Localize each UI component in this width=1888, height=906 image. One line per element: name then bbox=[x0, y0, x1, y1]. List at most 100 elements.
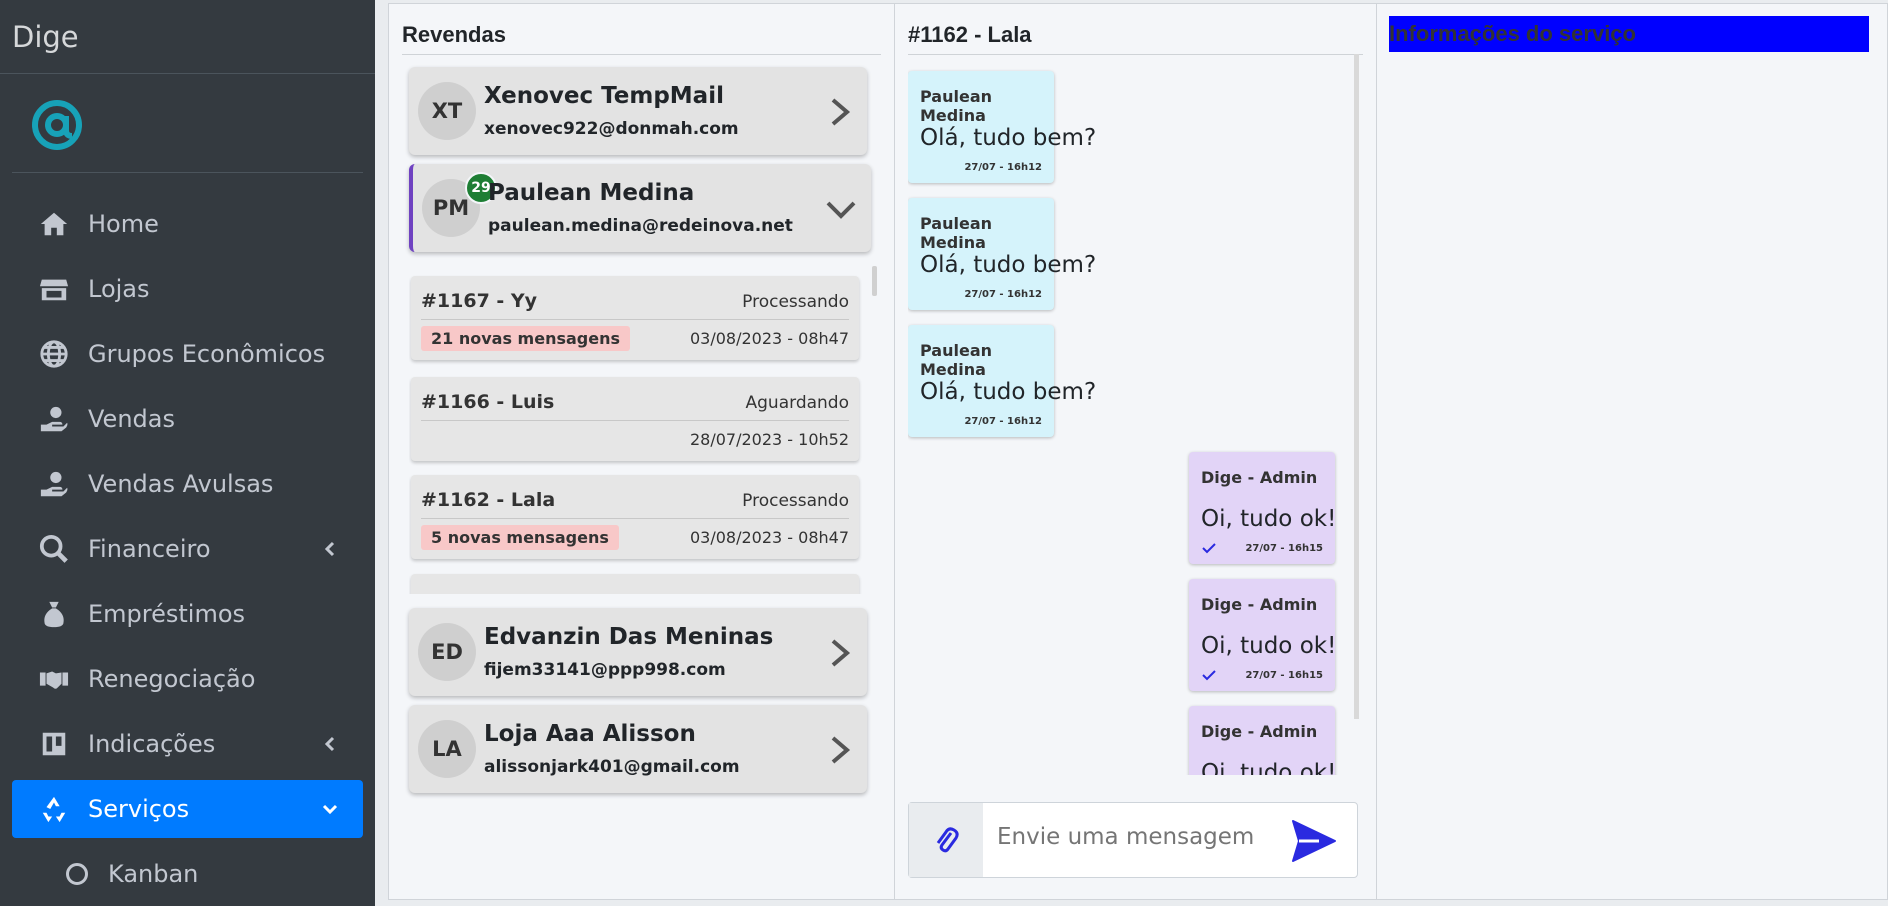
avatar: ED bbox=[418, 623, 476, 681]
chat-title: #1162 - Lala bbox=[908, 22, 1363, 55]
message-text: Oi, tudo ok! bbox=[1201, 760, 1337, 775]
order-item[interactable]: #1167 - Yy Processando 21 novas mensagen… bbox=[411, 276, 859, 360]
sidebar-item-label: Financeiro bbox=[88, 535, 211, 563]
message-input[interactable] bbox=[995, 823, 1289, 851]
order-list-scrollbar[interactable] bbox=[872, 266, 877, 296]
search-dollar-icon bbox=[38, 533, 70, 565]
sidebar-nav: Home Lojas Grupos Econômicos Vendas Vend… bbox=[12, 195, 363, 903]
check-icon bbox=[1202, 670, 1216, 681]
attach-button[interactable] bbox=[909, 803, 983, 877]
main-content: Revendas XT Xenovec TempMail xenovec922@… bbox=[375, 0, 1888, 906]
order-status: Aguardando bbox=[745, 393, 849, 413]
revenda-card[interactable]: LA Loja Aaa Alisson alissonjark401@gmail… bbox=[409, 705, 867, 793]
revenda-card[interactable]: ED Edvanzin Das Meninas fijem33141@ppp99… bbox=[409, 608, 867, 696]
divider bbox=[421, 420, 849, 421]
store-icon bbox=[38, 273, 70, 305]
chevron-down-icon[interactable] bbox=[825, 194, 857, 224]
order-date: 28/07/2023 - 10h52 bbox=[689, 430, 849, 449]
message-author: Paulean Medina bbox=[920, 87, 993, 125]
trello-icon bbox=[38, 728, 70, 760]
revenda-name: Paulean Medina bbox=[488, 180, 695, 206]
sidebar-item-vendas[interactable]: Vendas bbox=[12, 390, 363, 448]
sidebar-item-home[interactable]: Home bbox=[12, 195, 363, 253]
message-time: 27/07 - 16h15 bbox=[1245, 543, 1323, 554]
sidebar-divider bbox=[12, 172, 363, 173]
sidebar-item-grupos[interactable]: Grupos Econômicos bbox=[12, 325, 363, 383]
revenda-card-expanded[interactable]: PM 29 Paulean Medina paulean.medina@rede… bbox=[409, 164, 871, 252]
sidebar-item-servicos[interactable]: Serviços bbox=[12, 780, 363, 838]
revenda-email: paulean.medina@redeinova.net bbox=[488, 216, 793, 236]
home-icon bbox=[38, 208, 70, 240]
revenda-name: Loja Aaa Alisson bbox=[484, 721, 696, 747]
chevron-right-icon[interactable] bbox=[827, 638, 853, 668]
message-bubble-outgoing: Dige - Admin Oi, tudo ok! bbox=[1189, 706, 1337, 775]
check-icon bbox=[1202, 543, 1216, 554]
revenda-name: Edvanzin Das Meninas bbox=[484, 624, 774, 650]
message-author: Dige - Admin bbox=[1201, 468, 1318, 487]
recycle-icon bbox=[38, 793, 70, 825]
divider bbox=[421, 518, 849, 519]
sidebar-subitem-kanban[interactable]: Kanban bbox=[12, 845, 363, 903]
order-title: #1162 - Lala bbox=[421, 489, 556, 511]
sidebar-item-emprestimos[interactable]: Empréstimos bbox=[12, 585, 363, 643]
chevron-down-icon bbox=[322, 804, 338, 815]
chevron-left-icon bbox=[324, 541, 335, 557]
chevron-left-icon bbox=[324, 736, 335, 752]
message-time: 27/07 - 16h12 bbox=[964, 162, 1042, 173]
order-status: Processando bbox=[742, 491, 849, 511]
message-text: Oi, tudo ok! bbox=[1201, 506, 1337, 532]
chevron-right-icon[interactable] bbox=[827, 735, 853, 765]
order-list: #1167 - Yy Processando 21 novas mensagen… bbox=[409, 266, 867, 594]
message-author: Paulean Medina bbox=[920, 341, 993, 379]
paperclip-icon bbox=[936, 827, 959, 853]
new-messages-badge: 21 novas mensagens bbox=[421, 326, 630, 351]
sidebar-item-lojas[interactable]: Lojas bbox=[12, 260, 363, 318]
message-text: Oi, tudo ok! bbox=[1201, 633, 1337, 659]
sidebar: Dige Home Lojas Grupos Econômicos Vendas… bbox=[0, 0, 375, 906]
message-text: Olá, tudo bem? bbox=[920, 125, 1097, 151]
sidebar-item-indicacoes[interactable]: Indicações bbox=[12, 715, 363, 773]
message-bubble-incoming: Paulean Medina Olá, tudo bem? 27/07 - 16… bbox=[908, 198, 1096, 310]
revenda-card[interactable]: XT Xenovec TempMail xenovec922@donmah.co… bbox=[409, 67, 867, 155]
sidebar-subitem-label: Kanban bbox=[108, 860, 199, 888]
order-item[interactable]: #1162 - Lala Processando 5 novas mensage… bbox=[411, 475, 859, 559]
at-logo-icon bbox=[32, 100, 82, 150]
chat-panel: #1162 - Lala Paulean Medina Olá, tudo be… bbox=[894, 3, 1377, 900]
message-list: Paulean Medina Olá, tudo bem? 27/07 - 16… bbox=[908, 60, 1354, 775]
order-status: Processando bbox=[742, 292, 849, 312]
info-panel: Informações do serviço bbox=[1376, 3, 1888, 900]
order-item[interactable]: #1166 - Luis Aguardando 28/07/2023 - 10h… bbox=[411, 377, 859, 461]
send-icon[interactable] bbox=[1291, 819, 1337, 863]
message-time: 27/07 - 16h12 bbox=[964, 416, 1042, 427]
message-time: 27/07 - 16h15 bbox=[1245, 670, 1323, 681]
brand-title[interactable]: Dige bbox=[0, 0, 375, 74]
circle-icon bbox=[66, 863, 88, 885]
sidebar-item-label: Serviços bbox=[88, 795, 190, 823]
sidebar-item-renegociacao[interactable]: Renegociação bbox=[12, 650, 363, 708]
revendas-title: Revendas bbox=[402, 22, 881, 55]
order-item[interactable] bbox=[411, 574, 859, 594]
message-author: Paulean Medina bbox=[920, 214, 993, 252]
message-author: Dige - Admin bbox=[1201, 722, 1318, 741]
revendas-panel: Revendas XT Xenovec TempMail xenovec922@… bbox=[388, 3, 895, 900]
globe-icon bbox=[38, 338, 70, 370]
revenda-name: Xenovec TempMail bbox=[484, 83, 724, 109]
divider bbox=[421, 319, 849, 320]
sidebar-item-label: Indicações bbox=[88, 730, 216, 758]
sidebar-item-label: Lojas bbox=[88, 275, 150, 303]
message-text: Olá, tudo bem? bbox=[920, 252, 1097, 278]
revenda-email: xenovec922@donmah.com bbox=[484, 119, 739, 139]
money-bag-icon bbox=[38, 598, 70, 630]
avatar: XT bbox=[418, 82, 476, 140]
hand-dollar-icon bbox=[38, 468, 70, 500]
order-title: #1166 - Luis bbox=[421, 391, 555, 413]
sidebar-item-label: Vendas bbox=[88, 405, 175, 433]
chevron-right-icon[interactable] bbox=[827, 97, 853, 127]
message-list-scrollbar[interactable] bbox=[1354, 54, 1359, 719]
revenda-email: fijem33141@ppp998.com bbox=[484, 660, 726, 680]
message-time: 27/07 - 16h12 bbox=[964, 289, 1042, 300]
order-date: 03/08/2023 - 08h47 bbox=[689, 329, 849, 348]
sidebar-item-financeiro[interactable]: Financeiro bbox=[12, 520, 363, 578]
info-title: Informações do serviço bbox=[1389, 16, 1869, 52]
sidebar-item-vendas-avulsas[interactable]: Vendas Avulsas bbox=[12, 455, 363, 513]
